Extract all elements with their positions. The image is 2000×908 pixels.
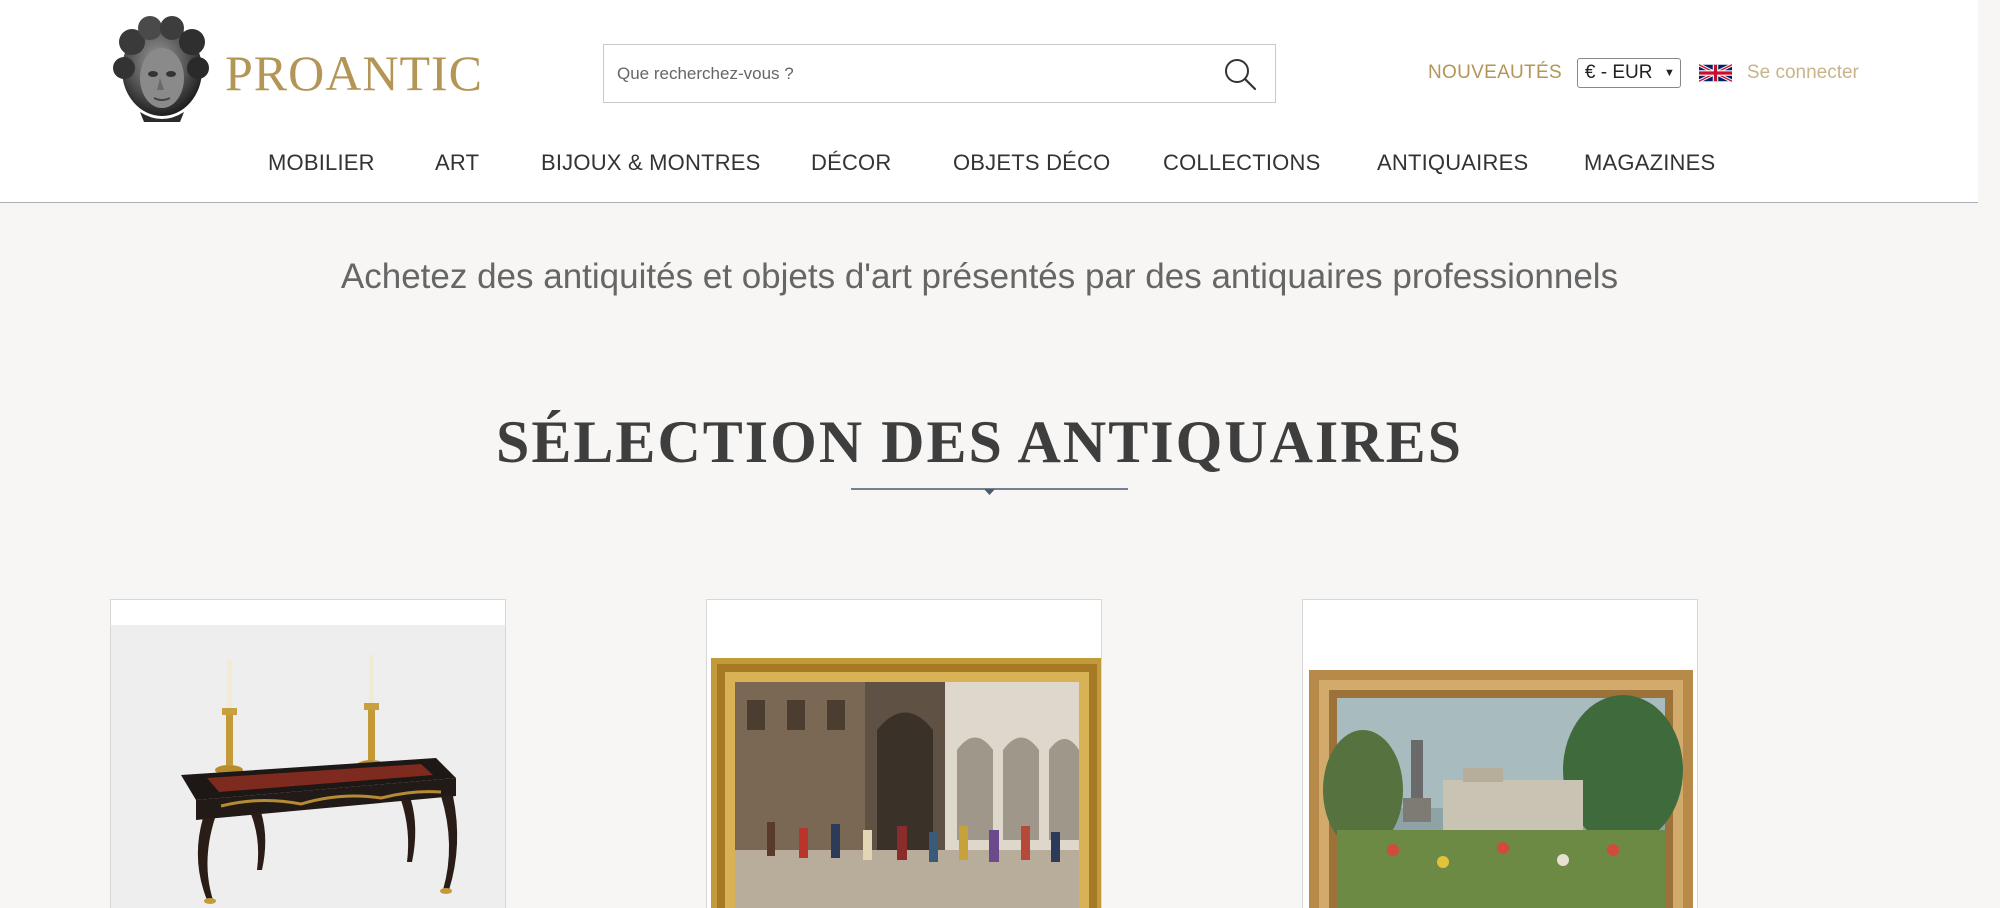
product-card-park-painting[interactable]: [1302, 599, 1698, 908]
product-card-venice-painting[interactable]: [706, 599, 1102, 908]
uk-flag-icon[interactable]: [1698, 61, 1732, 85]
product-image-desk: [111, 625, 505, 908]
tagline: Achetez des antiquités et objets d'art p…: [340, 257, 1619, 296]
main-nav: MOBILIER ART BIJOUX & MONTRES DÉCOR OBJE…: [0, 122, 1978, 204]
product-image-venice-painting: [707, 600, 1101, 908]
top-right-links: NOUVEAUTÉS € - EUR ▼ Se connecter: [1428, 58, 1859, 88]
currency-value: € - EUR: [1584, 62, 1653, 83]
nav-item-magazines[interactable]: MAGAZINES: [1584, 150, 1715, 176]
nav-item-art[interactable]: ART: [435, 150, 479, 176]
section-title: SÉLECTION DES ANTIQUAIRES: [496, 408, 1463, 475]
nav-item-mobilier[interactable]: MOBILIER: [268, 150, 375, 176]
product-card-desk[interactable]: [110, 599, 506, 908]
nav-item-objets-deco[interactable]: OBJETS DÉCO: [953, 150, 1110, 176]
brand-name: PROANTIC: [225, 45, 484, 101]
login-link[interactable]: Se connecter: [1747, 62, 1859, 84]
site-header: PROANTIC NOUVEAUTÉS € - EUR ▼ Se connect…: [0, 0, 1978, 203]
nav-item-collections[interactable]: COLLECTIONS: [1163, 150, 1320, 176]
logo-link[interactable]: PROANTIC: [110, 16, 482, 122]
chevron-down-icon: ▼: [1664, 67, 1675, 79]
nav-item-decor[interactable]: DÉCOR: [811, 150, 891, 176]
currency-select[interactable]: € - EUR ▼: [1576, 58, 1681, 88]
product-image-park-painting: [1303, 600, 1697, 908]
search-icon[interactable]: [1223, 57, 1257, 91]
logo-head-icon: [113, 16, 209, 122]
new-arrivals-link[interactable]: NOUVEAUTÉS: [1428, 62, 1562, 84]
nav-item-antiquaires[interactable]: ANTIQUAIRES: [1377, 150, 1528, 176]
title-divider: [851, 488, 1128, 495]
search-input[interactable]: [604, 45, 1223, 102]
nav-item-bijoux-montres[interactable]: BIJOUX & MONTRES: [541, 150, 761, 176]
search-box: [603, 44, 1276, 103]
